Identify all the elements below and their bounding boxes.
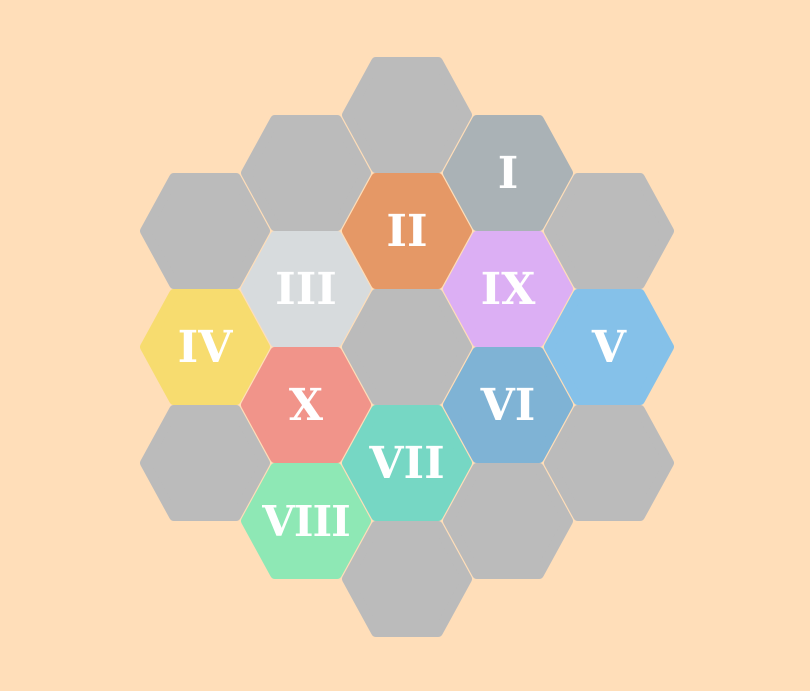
hex-board: I II III IX IV V X VI VII VIII (0, 0, 810, 691)
hex-shape-empty-18 (342, 521, 472, 637)
hex-polygon (342, 521, 472, 637)
hex-cell-empty-18[interactable] (342, 521, 472, 637)
